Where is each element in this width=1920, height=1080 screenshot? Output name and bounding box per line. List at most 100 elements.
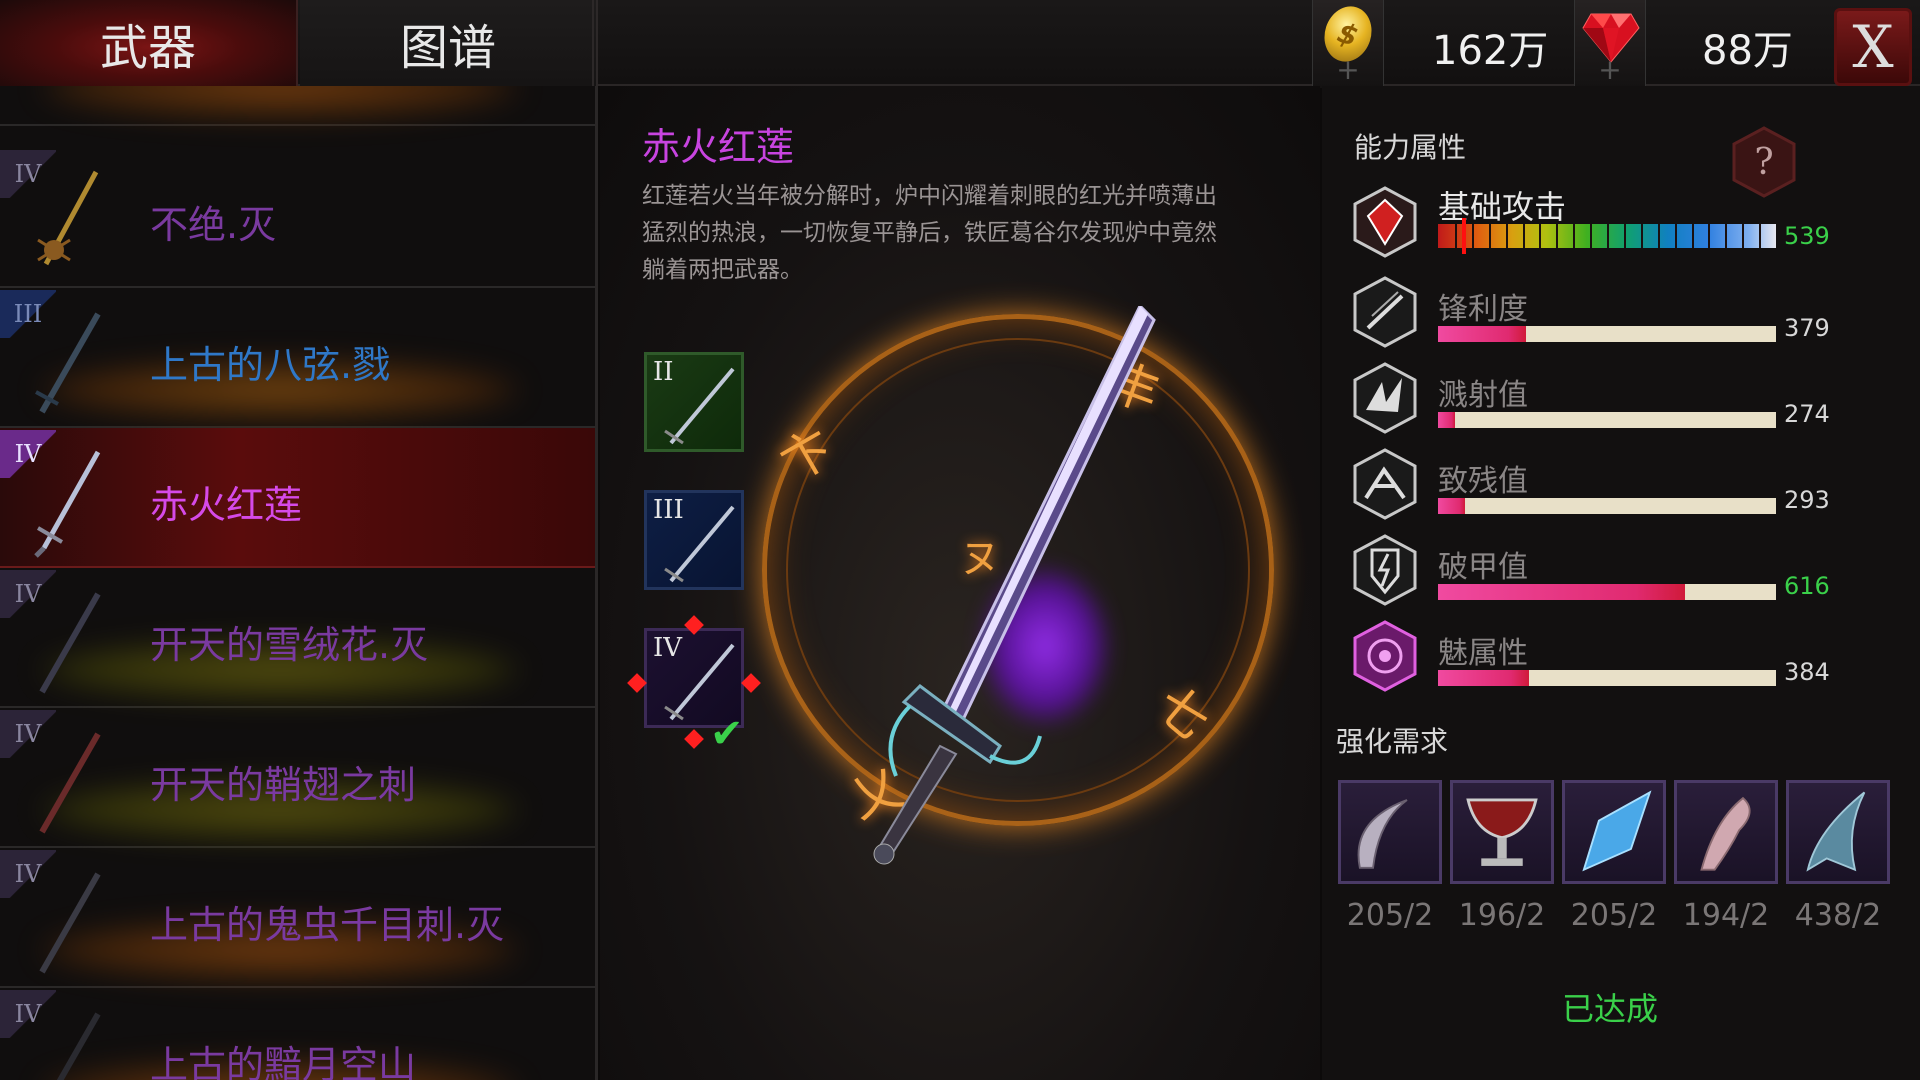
tab-divider bbox=[592, 0, 594, 86]
list-item[interactable]: III 上古的八弦.戮 bbox=[0, 288, 595, 428]
spider-staff-icon bbox=[32, 168, 102, 278]
stat-bar bbox=[1438, 670, 1776, 686]
weapon-name: 开天的雪绒花.灭 bbox=[150, 623, 429, 667]
material-slot[interactable] bbox=[1562, 780, 1666, 884]
stat-bar bbox=[1438, 584, 1776, 600]
svg-text:?: ? bbox=[1754, 142, 1773, 183]
material-count: 438/2 bbox=[1794, 898, 1882, 933]
stat-bar bbox=[1438, 498, 1776, 514]
bar-segment-divider bbox=[1708, 224, 1711, 248]
weapon-preview-sword bbox=[873, 306, 1156, 865]
rank-option-3[interactable]: III bbox=[644, 490, 744, 590]
material-count: 205/2 bbox=[1346, 898, 1434, 933]
weapon-name: 上古的八弦.戮 bbox=[150, 343, 391, 387]
stat-bar-rainbow bbox=[1438, 218, 1776, 254]
bar-segment-divider bbox=[1505, 224, 1508, 248]
material-count: 196/2 bbox=[1458, 898, 1546, 933]
sharpness-icon bbox=[1353, 276, 1417, 348]
stat-label: 溅射值 bbox=[1438, 378, 1528, 413]
question-icon: ? bbox=[1732, 126, 1796, 198]
stat-value: 379 bbox=[1784, 314, 1830, 342]
bar-segment-divider bbox=[1590, 224, 1593, 248]
material-slot[interactable] bbox=[1674, 780, 1778, 884]
claw-icon bbox=[1357, 799, 1408, 869]
sword-icon bbox=[664, 505, 735, 583]
weapon-description: 红莲若火当年被分解时，炉中闪耀着刺眼的红光并喷薄出猛烈的热浪，一切恢复平静后，铁… bbox=[642, 183, 1217, 283]
sword-icon bbox=[32, 1008, 102, 1080]
horn-icon bbox=[1700, 796, 1751, 871]
bar-segment-divider bbox=[1573, 224, 1576, 248]
weapon-title: 赤火红莲 bbox=[642, 125, 795, 169]
stat-bar bbox=[1438, 412, 1776, 428]
list-item-active[interactable]: IV 赤火红莲 bbox=[0, 428, 595, 568]
selection-marker bbox=[741, 673, 761, 693]
list-item[interactable]: IV 上古的鬼虫千目刺.灭 bbox=[0, 848, 595, 988]
sword-icon bbox=[32, 308, 102, 418]
gold-purchase-button[interactable]: $ + bbox=[1312, 0, 1384, 88]
bar-segment-divider bbox=[1488, 224, 1491, 248]
tab-codex[interactable]: 图谱 bbox=[300, 0, 598, 86]
cripple-icon bbox=[1353, 448, 1417, 520]
stat-value: 274 bbox=[1784, 400, 1830, 428]
stats-section-title: 能力属性 bbox=[1354, 131, 1467, 164]
bar-segment-divider bbox=[1607, 224, 1609, 248]
stat-label: 锋利度 bbox=[1438, 292, 1528, 327]
upgrade-section-title: 强化需求 bbox=[1336, 725, 1449, 758]
material-slot[interactable] bbox=[1786, 780, 1890, 884]
top-bar: 武器 图谱 $ + 162万 + 88万 X bbox=[0, 0, 1920, 88]
bar-segment-divider bbox=[1556, 224, 1559, 248]
close-button[interactable]: X bbox=[1834, 8, 1912, 86]
stat-label: 魅属性 bbox=[1438, 636, 1528, 671]
material-slot[interactable] bbox=[1338, 780, 1442, 884]
stat-label: 破甲值 bbox=[1438, 550, 1528, 585]
bar-segment-divider bbox=[1522, 224, 1525, 248]
stat-value: 293 bbox=[1784, 486, 1830, 514]
tab-weapons[interactable]: 武器 bbox=[0, 0, 298, 86]
weapon-name: 上古的黯月空山 bbox=[150, 1043, 417, 1080]
gold-amount: 162万 bbox=[1432, 28, 1549, 74]
stat-value: 616 bbox=[1784, 572, 1830, 600]
stats-panel: 能力属性 ? 基础攻击 539 锋利度 379 溅射值 274 致残值 293 bbox=[1322, 86, 1920, 1080]
list-item[interactable] bbox=[0, 86, 595, 126]
armor-break-icon bbox=[1353, 534, 1417, 606]
weapon-name: 不绝.灭 bbox=[150, 203, 277, 247]
selection-marker bbox=[684, 729, 704, 749]
stat-label: 基础攻击 bbox=[1438, 188, 1567, 226]
item-glow bbox=[40, 86, 520, 118]
rank-option-2[interactable]: II bbox=[644, 352, 744, 452]
weapon-name: 赤火红莲 bbox=[150, 483, 303, 527]
plus-icon: + bbox=[1336, 53, 1360, 86]
help-button[interactable]: ? bbox=[1732, 126, 1796, 198]
weapon-name: 上古的鬼虫千目刺.灭 bbox=[150, 903, 505, 947]
stat-bar bbox=[1438, 326, 1776, 342]
sword-icon bbox=[32, 728, 102, 838]
stat-value: 539 bbox=[1784, 222, 1830, 250]
bar-segment-divider bbox=[1759, 224, 1762, 248]
list-item[interactable]: IV 开天的鞘翅之刺 bbox=[0, 708, 595, 848]
bar-segment-divider bbox=[1623, 224, 1626, 248]
material-slot[interactable] bbox=[1450, 780, 1554, 884]
material-count: 205/2 bbox=[1570, 898, 1658, 933]
list-item[interactable]: IV 不绝.灭 bbox=[0, 148, 595, 288]
list-item[interactable]: IV 上古的黯月空山 bbox=[0, 988, 595, 1080]
sword-icon bbox=[664, 367, 735, 445]
weapon-detail-panel: 赤火红莲 红莲若火当年被分解时，炉中闪耀着刺眼的红光并喷薄出猛烈的热浪，一切恢复… bbox=[600, 86, 1320, 1080]
stat-value: 384 bbox=[1784, 658, 1830, 686]
stat-marker bbox=[1461, 218, 1466, 254]
bar-segment-divider bbox=[1691, 224, 1694, 248]
gem-purchase-button[interactable]: + bbox=[1574, 0, 1646, 88]
material-count: 194/2 bbox=[1682, 898, 1770, 933]
weapon-name: 开天的鞘翅之刺 bbox=[150, 763, 417, 807]
fin-icon bbox=[1806, 791, 1866, 872]
bar-segment-divider bbox=[1640, 224, 1643, 248]
checkmark-icon: ✔ bbox=[710, 711, 744, 757]
weapon-list: IV 不绝.灭 III 上古的八弦.戮 IV 赤火红莲 IV 开天的雪绒花.灭 … bbox=[0, 86, 598, 1080]
charm-icon bbox=[1353, 620, 1417, 692]
list-item[interactable]: IV 开天的雪绒花.灭 bbox=[0, 568, 595, 708]
upgrade-status: 已达成 bbox=[1562, 990, 1659, 1028]
sword-icon bbox=[32, 868, 102, 978]
sword-icon bbox=[32, 448, 102, 558]
bar-segment-divider bbox=[1471, 224, 1474, 248]
bar-segment-divider bbox=[1674, 224, 1677, 248]
plus-icon: + bbox=[1598, 53, 1622, 86]
